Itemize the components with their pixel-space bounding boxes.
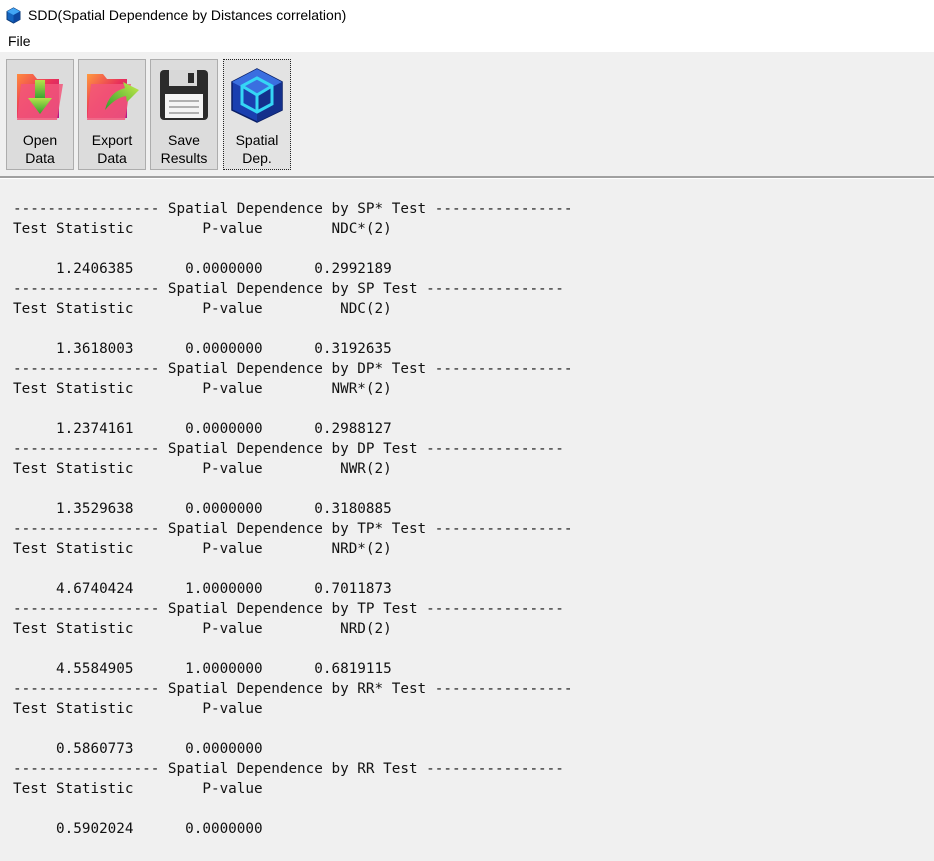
export-data-folder-icon: [87, 74, 139, 120]
save-results-label: Save Results: [160, 132, 208, 166]
menu-file[interactable]: File: [0, 33, 39, 49]
results-text: ----------------- Spatial Dependence by …: [13, 201, 573, 837]
menu-bar: File: [0, 30, 934, 52]
app-cube-icon: [6, 6, 21, 24]
export-data-label: Export Data: [91, 132, 133, 166]
floppy-disk-icon: [160, 70, 208, 120]
results-output-area[interactable]: ----------------- Spatial Dependence by …: [0, 179, 934, 861]
toolbar: Open Data Export Data Save Results Spati…: [0, 52, 934, 176]
cube-icon: [231, 68, 283, 123]
export-data-button[interactable]: Export Data: [78, 59, 146, 170]
save-results-button[interactable]: Save Results: [150, 59, 218, 170]
window-title: SDD(Spatial Dependence by Distances corr…: [28, 7, 347, 23]
title-bar: SDD(Spatial Dependence by Distances corr…: [0, 0, 934, 30]
open-data-folder-icon: [17, 74, 63, 120]
open-data-button[interactable]: Open Data: [6, 59, 74, 170]
spatial-dep-button[interactable]: Spatial Dep.: [223, 59, 291, 170]
spatial-dep-label: Spatial Dep.: [235, 132, 279, 166]
open-data-label: Open Data: [22, 132, 58, 166]
